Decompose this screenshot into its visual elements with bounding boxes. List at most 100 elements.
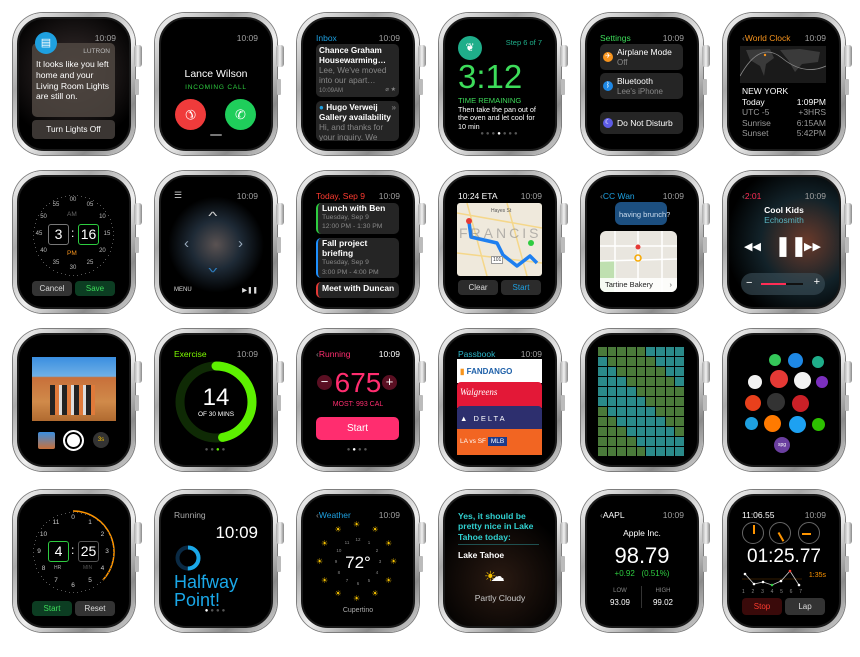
app-icon-orange[interactable]	[764, 415, 781, 432]
photo-thumbnail[interactable]	[627, 347, 636, 356]
photo-thumbnail[interactable]	[675, 357, 684, 366]
down-arrow-icon[interactable]: ^	[208, 261, 217, 275]
photo-thumbnail[interactable]	[646, 347, 655, 356]
photo-thumbnail[interactable]	[627, 427, 636, 436]
left-arrow-icon[interactable]: ‹	[184, 235, 189, 252]
do-not-disturb-row[interactable]: ☾ Do Not Disturb	[600, 112, 683, 134]
photo-thumbnail[interactable]	[665, 387, 675, 396]
photo-thumbnail[interactable]	[636, 417, 646, 426]
photo-thumbnail[interactable]	[607, 377, 617, 386]
lap-button[interactable]: Lap	[785, 598, 825, 615]
photo-thumbnail[interactable]	[607, 387, 617, 396]
back-button[interactable]: ‹AAPL	[600, 510, 625, 520]
location-card[interactable]: Tartine Bakery ›	[600, 231, 677, 292]
photo-thumbnail[interactable]	[675, 367, 684, 376]
app-icon-spg[interactable]: spg	[774, 437, 790, 453]
photo-thumbnail[interactable]	[598, 447, 607, 456]
photo-thumbnail[interactable]	[656, 417, 665, 426]
photo-thumbnail[interactable]	[598, 387, 607, 396]
photo-thumbnail[interactable]	[646, 367, 655, 376]
photo-thumbnail[interactable]	[617, 347, 626, 356]
photo-thumbnail[interactable]	[665, 437, 675, 446]
photo-thumbnail[interactable]	[607, 437, 617, 446]
app-icon-messages[interactable]	[769, 354, 781, 366]
photo-thumbnail[interactable]	[665, 407, 675, 416]
app-icon-twitter[interactable]	[789, 416, 806, 433]
photo-thumbnail[interactable]	[646, 447, 655, 456]
back-button[interactable]: ‹2:01	[742, 191, 761, 201]
photo-thumbnail[interactable]	[656, 427, 665, 436]
photo-thumbnail[interactable]	[656, 377, 665, 386]
photo-thumbnail[interactable]	[617, 447, 626, 456]
photo-thumbnail[interactable]	[617, 407, 626, 416]
reset-button[interactable]: Reset	[75, 601, 115, 616]
photo-thumbnail[interactable]	[656, 437, 665, 446]
photo-thumbnail[interactable]	[607, 397, 617, 406]
last-photo-thumbnail[interactable]	[38, 432, 55, 449]
photo-thumbnail[interactable]	[646, 407, 655, 416]
photo-thumbnail[interactable]	[675, 347, 684, 356]
photo-thumbnail[interactable]	[636, 377, 646, 386]
volume-control[interactable]: − +	[741, 273, 825, 295]
am-label[interactable]: AM	[67, 211, 77, 218]
photo-thumbnail[interactable]	[598, 347, 607, 356]
photo-thumbnail[interactable]	[636, 427, 646, 436]
pass-fandango[interactable]: ▮ FANDANGO	[457, 359, 542, 383]
photo-thumbnail[interactable]	[656, 387, 665, 396]
rewind-button[interactable]: ◀◀	[744, 240, 761, 253]
photo-thumbnail[interactable]	[656, 367, 665, 376]
photo-thumbnail[interactable]	[636, 397, 646, 406]
photo-thumbnail[interactable]	[598, 427, 607, 436]
menu-button[interactable]: MENU	[174, 287, 192, 293]
photo-thumbnail[interactable]	[636, 407, 646, 416]
photo-thumbnail[interactable]	[627, 357, 636, 366]
app-icon-american[interactable]	[794, 372, 811, 389]
message-item[interactable]: Chance Graham Housewarming… Lee, We've m…	[316, 44, 399, 97]
photo-thumbnail[interactable]	[636, 437, 646, 446]
app-icon-plant[interactable]	[812, 356, 824, 368]
app-icon-photos[interactable]	[748, 375, 762, 389]
photo-thumbnail[interactable]	[607, 447, 617, 456]
photo-thumbnail[interactable]	[656, 407, 665, 416]
photo-thumbnail[interactable]	[617, 377, 626, 386]
cancel-button[interactable]: Cancel	[32, 281, 72, 296]
photo-thumbnail[interactable]	[598, 397, 607, 406]
photo-thumbnail[interactable]	[636, 387, 646, 396]
back-button[interactable]: ‹World Clock	[742, 33, 791, 43]
hour-picker[interactable]: 4	[48, 541, 69, 562]
pause-button[interactable]: ❚❚	[775, 235, 807, 258]
start-button[interactable]: Start	[316, 417, 399, 440]
photo-thumbnail[interactable]	[607, 347, 617, 356]
app-icon-dots[interactable]	[816, 376, 828, 388]
volume-down-button[interactable]: −	[746, 277, 752, 289]
right-arrow-icon[interactable]: ›	[238, 235, 243, 252]
back-button[interactable]: ‹Weather	[316, 510, 351, 520]
photo-thumbnail[interactable]	[646, 377, 655, 386]
photo-thumbnail[interactable]	[636, 347, 646, 356]
app-icon-play[interactable]	[788, 353, 803, 368]
photo-thumbnail[interactable]	[617, 417, 626, 426]
photo-thumbnail[interactable]	[646, 417, 655, 426]
photo-thumbnail[interactable]	[627, 417, 636, 426]
fast-forward-button[interactable]: ▶▶	[804, 240, 821, 253]
minute-picker[interactable]: 25	[78, 541, 99, 562]
photo-thumbnail[interactable]	[675, 387, 684, 396]
photo-thumbnail[interactable]	[665, 427, 675, 436]
self-timer-button[interactable]: 3s	[93, 432, 109, 448]
increase-button[interactable]: +	[382, 375, 397, 390]
photo-thumbnail[interactable]	[646, 387, 655, 396]
photo-thumbnail[interactable]	[656, 347, 665, 356]
photo-thumbnail[interactable]	[627, 447, 636, 456]
photo-thumbnail[interactable]	[656, 397, 665, 406]
photo-thumbnail[interactable]	[665, 367, 675, 376]
list-icon[interactable]: ☰	[174, 190, 182, 201]
photo-thumbnail[interactable]	[636, 367, 646, 376]
event-item[interactable]: Lunch with Ben Tuesday, Sep 9 12:00 PM -…	[316, 203, 399, 234]
photo-thumbnail[interactable]	[598, 437, 607, 446]
photo-thumbnail[interactable]	[598, 367, 607, 376]
volume-track[interactable]	[761, 283, 803, 285]
photo-thumbnail[interactable]	[598, 407, 607, 416]
photo-thumbnail[interactable]	[665, 397, 675, 406]
photo-thumbnail[interactable]	[665, 447, 675, 456]
photo-thumbnail[interactable]	[675, 427, 684, 436]
